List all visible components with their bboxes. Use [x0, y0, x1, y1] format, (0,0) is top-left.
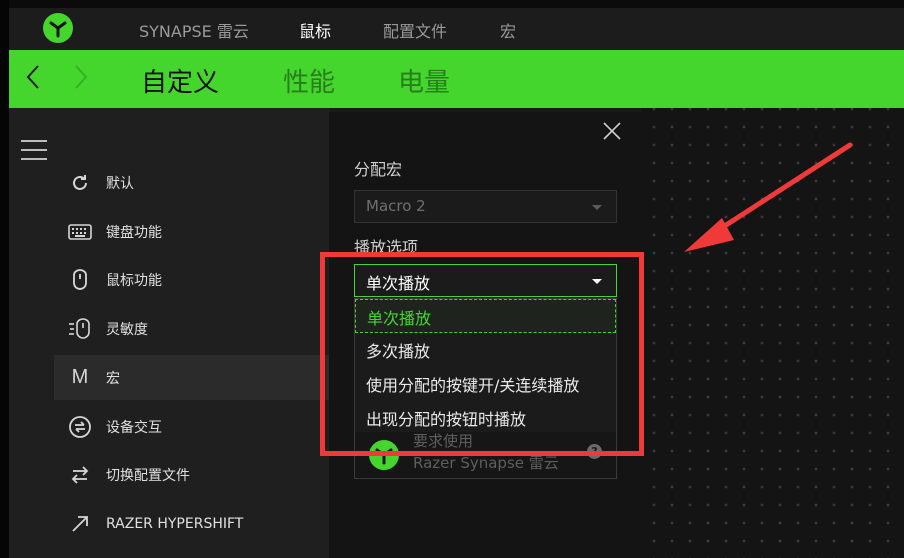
sidebar-item-label: 鼠标功能: [106, 272, 162, 289]
tab-performance[interactable]: 性能: [283, 62, 335, 99]
dropdown-option-multiple[interactable]: 多次播放: [355, 333, 616, 367]
menu-icon[interactable]: [21, 140, 47, 160]
sidebar-item-label: 键盘功能: [106, 224, 162, 241]
mouse-icon: [66, 268, 94, 291]
hypershift-arrow-icon: [66, 514, 94, 534]
dropdown-option-toggle-continuous[interactable]: 使用分配的按键开/关连续播放: [355, 367, 616, 401]
macro-select[interactable]: Macro 2: [354, 190, 617, 223]
sidebar-item-label: 设备交互: [106, 419, 162, 436]
sidebar-item-device-interaction[interactable]: 设备交互: [54, 404, 329, 449]
refresh-icon: [66, 173, 94, 193]
sidebar-item-macro[interactable]: M 宏: [54, 355, 329, 400]
playback-dropdown: 单次播放 多次播放 使用分配的按键开/关连续播放 出现分配的按钮时播放: [354, 298, 617, 433]
sidebar-item-switch-profile[interactable]: 切换配置文件: [54, 452, 329, 497]
playback-select-value: 单次播放: [366, 274, 431, 293]
dropdown-option-single[interactable]: 单次播放: [355, 299, 616, 333]
macro-m-icon: M: [71, 366, 89, 388]
chevron-down-icon: [592, 279, 602, 284]
sidebar-item-label: 宏: [106, 370, 120, 387]
top-bar: SYNAPSE 雷云 鼠标 配置文件 宏: [9, 0, 904, 50]
sidebar-item-label: RAZER HYPERSHIFT: [106, 515, 244, 532]
require-synapse-notice: 要求使用 Razer Synapse 雷云 ?: [354, 432, 617, 479]
sidebar-item-keyboard[interactable]: 键盘功能: [54, 209, 329, 254]
sub-nav-bar: 自定义 性能 电量: [9, 50, 904, 108]
require-text-line1: 要求使用: [413, 432, 474, 450]
synapse-window: SYNAPSE 雷云 鼠标 配置文件 宏 自定义 性能 电量 默认 键盘功能 鼠…: [9, 0, 904, 558]
sidebar-item-label: 切换配置文件: [106, 467, 190, 484]
dropdown-option-while-held[interactable]: 出现分配的按钮时播放: [355, 401, 616, 435]
back-arrow-icon[interactable]: [25, 64, 41, 95]
sidebar-item-mouse[interactable]: 鼠标功能: [54, 257, 329, 302]
close-icon[interactable]: [601, 120, 623, 142]
tab-profiles[interactable]: 配置文件: [383, 18, 447, 42]
razer-logo-icon[interactable]: [43, 13, 73, 43]
sensitivity-icon: [66, 317, 94, 340]
macro-panel: 分配宏 Macro 2 播放选项 单次播放 单次播放 多次播放 使用分配的按键开…: [329, 112, 641, 558]
macro-select-value: Macro 2: [366, 197, 426, 215]
razer-logo-icon: [369, 440, 399, 470]
sidebar-item-label: 灵敏度: [106, 321, 148, 338]
require-text-line2: Razer Synapse 雷云: [413, 454, 559, 472]
playback-select[interactable]: 单次播放: [354, 264, 617, 297]
playback-options-label: 播放选项: [354, 238, 419, 257]
forward-arrow-icon[interactable]: [73, 64, 89, 95]
sidebar-item-default[interactable]: 默认: [54, 160, 329, 205]
chevron-down-icon: [592, 205, 602, 210]
info-icon[interactable]: ?: [587, 444, 602, 459]
device-interaction-icon: [66, 415, 94, 439]
sidebar: 默认 键盘功能 鼠标功能 灵敏度 M 宏 设备交互 切换配置文件 RAZER H…: [9, 108, 329, 558]
sidebar-item-label: 默认: [106, 175, 134, 192]
tab-power[interactable]: 电量: [398, 62, 450, 99]
outer-frame: [0, 0, 9, 558]
assign-macro-label: 分配宏: [354, 160, 403, 179]
device-preview-area: [641, 108, 904, 558]
sidebar-item-hypershift[interactable]: RAZER HYPERSHIFT: [54, 501, 329, 546]
tab-customize[interactable]: 自定义: [141, 62, 219, 99]
keyboard-icon: [66, 223, 94, 240]
tab-synapse[interactable]: SYNAPSE 雷云: [139, 18, 249, 42]
tab-macro[interactable]: 宏: [500, 18, 516, 42]
switch-profile-icon: [66, 465, 94, 484]
sidebar-item-sensitivity[interactable]: 灵敏度: [54, 306, 329, 351]
tab-mouse[interactable]: 鼠标: [299, 18, 331, 42]
